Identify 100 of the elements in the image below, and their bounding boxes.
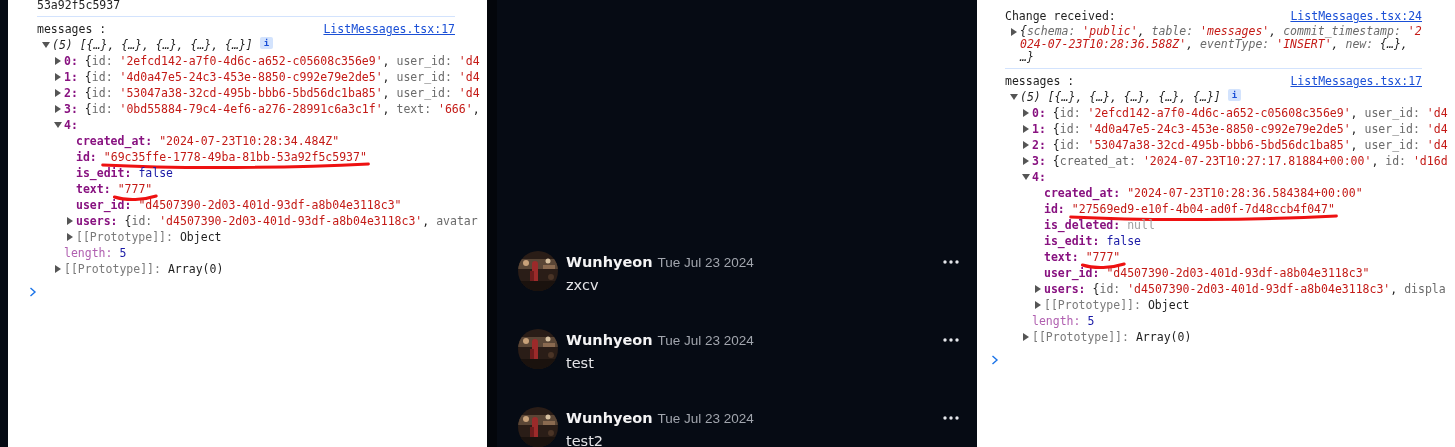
message-date: Tue Jul 23 2024: [657, 255, 754, 270]
property-value: {id: '2efcd142-a7f0-4d6c-a652-c05608c356e9', user_id: 'd4: [1052, 105, 1448, 121]
property-value: "777": [117, 181, 153, 197]
property-value: {id: 'd4507390-2d03-401d-93df-a8b04e3118c3', displa: [1092, 281, 1446, 297]
property-key: text:: [76, 181, 111, 197]
property-key: is_deleted:: [1044, 217, 1121, 233]
log-label: messages :: [37, 21, 107, 37]
property-value: Object: [179, 229, 222, 245]
property-value: {id: '53047a38-32cd-495b-bbb6-5bd56dc1ba85', user_id: 'd4: [1052, 137, 1448, 153]
collapsed-arrow-icon[interactable]: [54, 89, 62, 97]
property-key: users:: [1044, 281, 1086, 297]
property-value: "2024-07-23T10:28:36.584384+00:00": [1127, 185, 1363, 201]
message-date: Tue Jul 23 2024: [657, 411, 754, 426]
source-link[interactable]: ListMessages.tsx:17: [1290, 73, 1422, 89]
log-label: messages :: [1005, 73, 1075, 89]
property-key: 1:: [1032, 121, 1046, 137]
message-text: test: [566, 355, 595, 371]
collapsed-arrow-icon[interactable]: [1022, 141, 1030, 149]
property-key: 4:: [64, 117, 78, 133]
author-name: Wunhyeon: [566, 254, 653, 270]
prompt-chevron-icon[interactable]: [29, 287, 37, 297]
collapsed-arrow-icon[interactable]: [54, 105, 62, 113]
property-value: {created_at: '2024-07-23T10:27:17.81884+00:00', id: 'd16d: [1052, 153, 1448, 169]
property-value: {id: 'd4507390-2d03-401d-93df-a8b04e3118c3', avatar: [124, 213, 478, 229]
more-icon[interactable]: [943, 416, 959, 420]
property-key: 1:: [64, 69, 78, 85]
property-value: "d4507390-2d03-401d-93df-a8b04e3118c3": [1106, 265, 1370, 281]
property-key: is_edit:: [1044, 233, 1100, 249]
collapsed-arrow-icon[interactable]: [54, 265, 62, 273]
property-value: (5) [{…}, {…}, {…}, {…}, {…}]: [52, 37, 253, 53]
property-key: id:: [1044, 201, 1065, 217]
property-value: "777": [1085, 249, 1121, 265]
info-badge[interactable]: i: [259, 37, 274, 49]
property-key: 3:: [64, 101, 78, 117]
property-value: "69c35ffe-1778-49ba-81bb-53a92f5c5937": [103, 149, 367, 165]
collapsed-arrow-icon[interactable]: [1010, 28, 1018, 36]
property-value: 5: [119, 245, 127, 261]
collapsed-arrow-icon[interactable]: [1034, 285, 1042, 293]
collapsed-arrow-icon[interactable]: [54, 73, 62, 81]
collapsed-arrow-icon[interactable]: [66, 233, 74, 241]
collapsed-arrow-icon[interactable]: [66, 217, 74, 225]
property-value: false: [138, 165, 173, 181]
property-key: id:: [76, 149, 97, 165]
message-text: zxcv: [566, 277, 600, 293]
expanded-arrow-icon[interactable]: [54, 121, 62, 129]
property-value: Array(0): [1135, 329, 1192, 345]
property-key: [[Prototype]]:: [76, 229, 173, 245]
message-date: Tue Jul 23 2024: [657, 333, 754, 348]
collapsed-arrow-icon[interactable]: [1022, 157, 1030, 165]
collapsed-arrow-icon[interactable]: [1022, 125, 1030, 133]
author-name: Wunhyeon: [566, 332, 653, 348]
expanded-arrow-icon[interactable]: [1022, 173, 1030, 181]
more-icon[interactable]: [943, 338, 959, 342]
property-key: is_edit:: [76, 165, 132, 181]
info-badge[interactable]: i: [1227, 89, 1242, 101]
property-value: false: [1106, 233, 1141, 249]
property-key: [[Prototype]]:: [1044, 297, 1141, 313]
property-key: 2:: [64, 85, 78, 101]
collapsed-arrow-icon[interactable]: [1022, 333, 1030, 341]
property-value: {schema: 'public', table: 'messages', commit_timestamp: '2024-07-23T10:28:36.588Z', eventType: 'INSERT', new: {…}, …}: [1020, 24, 1422, 64]
source-link[interactable]: ListMessages.tsx:24: [1290, 8, 1422, 24]
property-value: {id: '2efcd142-a7f0-4d6c-a652-c05608c356e9', user_id: 'd4: [84, 53, 480, 69]
property-key: [[Prototype]]:: [64, 261, 161, 277]
property-value: (5) [{…}, {…}, {…}, {…}, {…}]: [1020, 89, 1221, 105]
expanded-arrow-icon[interactable]: [42, 41, 50, 49]
property-key: user_id:: [1044, 265, 1100, 281]
property-value: "d4507390-2d03-401d-93df-a8b04e3118c3": [138, 197, 402, 213]
property-key: length:: [1032, 313, 1081, 329]
collapsed-arrow-icon[interactable]: [1034, 301, 1042, 309]
property-key: 4:: [1032, 169, 1046, 185]
property-value: Object: [1147, 297, 1190, 313]
property-key: created_at:: [76, 133, 153, 149]
property-value: null: [1127, 217, 1155, 233]
more-icon[interactable]: [943, 260, 959, 264]
property-value: {id: '4d0a47e5-24c3-453e-8850-c992e79e2de5', user_id: 'd4: [1052, 121, 1448, 137]
property-key: 3:: [1032, 153, 1046, 169]
property-key: 2:: [1032, 137, 1046, 153]
expanded-arrow-icon[interactable]: [1010, 93, 1018, 101]
property-value: "27569ed9-e10f-4b04-ad0f-7d48ccb4f047": [1071, 201, 1335, 217]
property-value: Array(0): [167, 261, 224, 277]
collapsed-arrow-icon[interactable]: [54, 57, 62, 65]
property-key: text:: [1044, 249, 1079, 265]
author-name: Wunhyeon: [566, 410, 653, 426]
property-key: 0:: [64, 53, 78, 69]
property-key: length:: [64, 245, 113, 261]
property-value: {id: '53047a38-32cd-495b-bbb6-5bd56dc1ba85', user_id: 'd4: [84, 85, 480, 101]
property-key: created_at:: [1044, 185, 1121, 201]
collapsed-arrow-icon[interactable]: [1022, 109, 1030, 117]
prompt-chevron-icon[interactable]: [991, 355, 999, 365]
property-value: {id: '4d0a47e5-24c3-453e-8850-c992e79e2de5', user_id: 'd4: [84, 69, 480, 85]
property-value: 5: [1087, 313, 1095, 329]
property-value: "2024-07-23T10:28:34.484Z": [159, 133, 340, 149]
message-text: test2: [566, 433, 605, 447]
log-label: Change received:: [1005, 8, 1116, 24]
property-key: 0:: [1032, 105, 1046, 121]
source-link[interactable]: ListMessages.tsx:17: [323, 21, 455, 37]
property-key: [[Prototype]]:: [1032, 329, 1129, 345]
property-key: user_id:: [76, 197, 132, 213]
property-key: users:: [76, 213, 118, 229]
log-text: 53a92f5c5937: [37, 0, 122, 12]
